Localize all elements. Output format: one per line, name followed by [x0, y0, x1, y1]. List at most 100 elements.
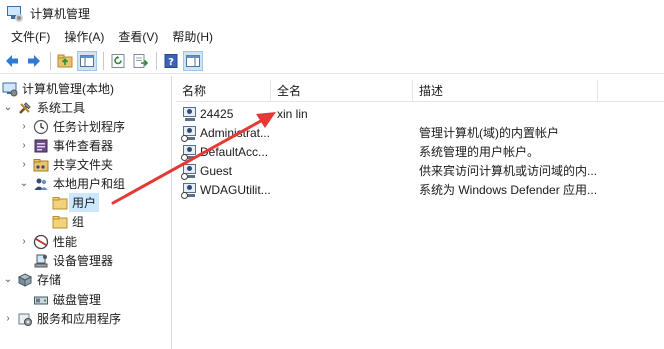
folder-up-icon	[57, 54, 73, 67]
user-fullname	[271, 142, 413, 162]
chevron-right-icon[interactable]: ›	[18, 140, 30, 152]
tree-item-task-scheduler[interactable]: › 任务计划程序	[18, 117, 125, 136]
back-arrow-icon	[6, 54, 18, 67]
tree-item-label: 系统工具	[37, 101, 86, 115]
folder-icon	[52, 195, 68, 211]
user-account-icon	[182, 106, 198, 122]
forward-button[interactable]	[24, 51, 44, 71]
tree-item-computer-management-local[interactable]: 计算机管理(本地)	[2, 79, 114, 98]
tree-item-performance[interactable]: › 性能	[18, 232, 77, 251]
toolbar-separator	[50, 51, 51, 70]
toolbar-separator	[103, 51, 104, 70]
tree-item-users[interactable]: 用户	[52, 193, 100, 212]
chevron-right-icon[interactable]: ›	[18, 121, 30, 133]
column-header-description[interactable]: 描述	[413, 80, 598, 102]
tree-item-label: 事件查看器	[53, 139, 114, 153]
tree-item-event-viewer[interactable]: › 事件查看器	[18, 136, 113, 155]
chevron-down-icon[interactable]: ⌄	[2, 102, 14, 114]
chevron-down-icon[interactable]: ⌄	[18, 178, 30, 190]
disabled-user-icon	[181, 163, 198, 180]
tree-item-local-users-groups[interactable]: ⌄ 本地用户和组	[18, 174, 125, 193]
tree-item-label: 用户	[69, 193, 100, 212]
tree-item-disk-management[interactable]: 磁盘管理	[33, 290, 101, 309]
tree-item-groups[interactable]: 组	[52, 212, 84, 231]
back-button[interactable]	[2, 51, 22, 71]
window-title: 计算机管理	[30, 6, 91, 21]
menu-action[interactable]: 操作(A)	[57, 27, 111, 47]
forward-arrow-icon	[28, 54, 40, 67]
column-headers: 名称 全名 描述	[176, 80, 664, 102]
up-level-button[interactable]	[55, 51, 75, 71]
refresh-icon	[111, 53, 125, 68]
table-row[interactable]: WDAGUtilit... 系统为 Windows Defender 应用...	[176, 180, 664, 200]
table-row[interactable]: DefaultAcc... 系统管理的用户帐户。	[176, 142, 664, 162]
tree-item-label: 服务和应用程序	[37, 312, 122, 326]
tree-item-label: 组	[72, 215, 85, 229]
users-list-view: 名称 全名 描述 24425 xin lin Administrat... 管理…	[176, 76, 664, 349]
table-row[interactable]: 24425 xin lin	[176, 104, 664, 124]
storage-icon	[17, 272, 33, 288]
help-icon: ?	[164, 53, 178, 68]
show-hide-console-tree-button[interactable]	[77, 50, 97, 71]
refresh-button[interactable]	[108, 51, 128, 71]
computer-management-icon	[2, 81, 18, 97]
tree-item-system-tools[interactable]: ⌄ 系统工具	[2, 98, 85, 117]
event-viewer-icon	[33, 138, 49, 154]
user-name: Administrat...	[200, 126, 271, 140]
services-applications-icon	[17, 311, 33, 327]
menu-help[interactable]: 帮助(H)	[165, 27, 220, 47]
console-tree: 计算机管理(本地) ⌄ 系统工具 › 任务计划程序 › 事件查看器 › 共享文件…	[0, 76, 172, 349]
disk-management-icon	[33, 292, 49, 308]
title-bar: 计算机管理	[0, 0, 664, 26]
tree-item-label: 任务计划程序	[53, 120, 126, 134]
user-description: 系统管理的用户帐户。	[419, 145, 540, 159]
export-list-icon	[133, 53, 148, 68]
chevron-right-icon[interactable]: ›	[18, 159, 30, 171]
tree-item-label: 共享文件夹	[53, 158, 114, 172]
svg-text:?: ?	[168, 57, 174, 68]
tree-item-services-applications[interactable]: › 服务和应用程序	[2, 309, 121, 328]
user-name: DefaultAcc...	[200, 145, 269, 159]
menu-view[interactable]: 查看(V)	[111, 27, 165, 47]
disabled-user-icon	[181, 144, 198, 161]
export-list-button[interactable]	[130, 51, 150, 71]
tree-item-label: 磁盘管理	[53, 293, 102, 307]
performance-icon	[33, 234, 49, 250]
user-description: 管理计算机(域)的内置帐户	[419, 126, 559, 140]
chevron-down-icon[interactable]: ⌄	[2, 274, 14, 286]
chevron-right-icon[interactable]: ›	[2, 313, 14, 325]
user-fullname	[271, 123, 413, 143]
column-header-fullname[interactable]: 全名	[271, 80, 413, 102]
tree-item-storage[interactable]: ⌄ 存储	[2, 270, 61, 289]
menu-bar: 文件(F) 操作(A) 查看(V) 帮助(H)	[0, 26, 664, 48]
user-fullname	[271, 161, 413, 181]
system-tools-icon	[17, 100, 33, 116]
tree-item-device-manager[interactable]: 设备管理器	[33, 251, 113, 270]
user-name: Guest	[200, 164, 233, 178]
folder-icon	[52, 214, 68, 230]
computer-management-icon	[6, 5, 23, 22]
tree-item-label: 存储	[37, 273, 62, 287]
show-hide-action-pane-button[interactable]	[183, 50, 203, 71]
table-row[interactable]: Guest 供来宾访问计算机或访问域的内...	[176, 161, 664, 181]
console-tree-icon	[80, 54, 94, 67]
help-button[interactable]: ?	[161, 51, 181, 71]
clock-icon	[33, 119, 49, 135]
table-row[interactable]: Administrat... 管理计算机(域)的内置帐户	[176, 123, 664, 143]
user-fullname: xin lin	[277, 107, 308, 121]
toolbar-separator	[156, 51, 157, 70]
user-description: 系统为 Windows Defender 应用...	[419, 183, 598, 197]
disabled-user-icon	[181, 182, 198, 199]
chevron-right-icon[interactable]: ›	[18, 236, 30, 248]
user-name: 24425	[200, 107, 234, 121]
tree-item-shared-folders[interactable]: › 共享文件夹	[18, 155, 113, 174]
shared-folder-icon	[33, 157, 49, 173]
user-description	[413, 104, 613, 124]
user-description: 供来宾访问计算机或访问域的内...	[419, 164, 598, 178]
device-manager-icon	[33, 253, 49, 269]
tree-item-label: 计算机管理(本地)	[22, 82, 114, 96]
user-fullname	[271, 180, 413, 200]
tree-item-label: 本地用户和组	[53, 177, 126, 191]
column-header-name[interactable]: 名称	[176, 80, 271, 102]
menu-file[interactable]: 文件(F)	[4, 27, 57, 47]
